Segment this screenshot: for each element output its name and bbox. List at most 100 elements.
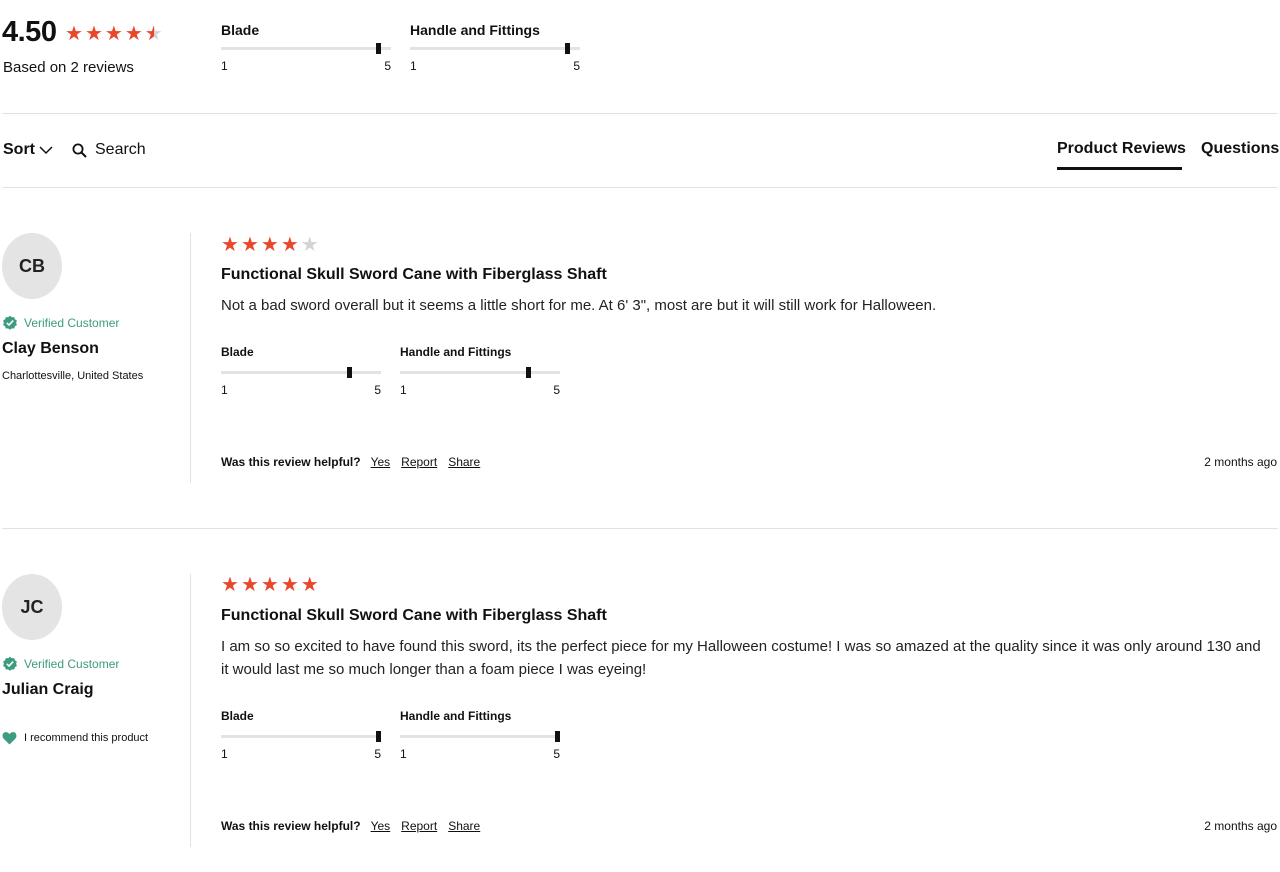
factor-track [221,367,381,378]
factor-label: Handle and Fittings [400,709,512,723]
summary-factor-blade: Blade 1 5 [221,22,391,78]
chevron-down-icon [39,146,53,155]
factor-max: 5 [553,383,560,397]
factor-max: 5 [573,59,580,73]
star-icon: ★ [300,234,319,256]
star-icon: ★ [65,23,83,45]
factor-label: Handle and Fittings [410,22,540,38]
verified-check-icon [3,656,17,671]
factor-label: Blade [221,345,254,359]
average-rating: 4.50 [2,16,57,48]
factor-track [400,731,560,742]
factor-max: 5 [553,747,560,761]
factor-marker [525,367,531,378]
summary-factor-handle: Handle and Fittings 1 5 [410,22,580,78]
factor-min: 1 [221,747,228,761]
reviewer-name: Clay Benson [2,340,99,357]
report-link[interactable]: Report [401,819,437,833]
review-date: 2 months ago [1204,819,1277,833]
tab-active-indicator [1057,167,1182,170]
factor-max: 5 [374,747,381,761]
sort-label: Sort [3,141,35,158]
factor-marker [376,731,381,742]
factor-min: 1 [400,747,407,761]
recommend-badge: I recommend this product [2,731,148,745]
helpful-yes-link[interactable]: Yes [371,819,391,833]
factor-label: Blade [221,22,260,38]
helpful-yes-link[interactable]: Yes [371,455,391,469]
factor-track [221,43,391,54]
helpful-question: Was this review helpful? [221,455,361,469]
factor-label: Blade [221,709,254,723]
factor-track [410,43,580,54]
review-factor-handle: Handle and Fittings 1 5 [400,709,560,765]
summary-stars: ★ ★ ★ ★ ★ [65,24,163,44]
star-icon: ★ [260,574,279,596]
factor-marker [346,367,352,378]
factor-min: 1 [221,59,228,73]
factor-max: 5 [384,59,391,73]
star-icon: ★ [144,23,163,45]
column-divider [190,574,191,847]
search-icon [72,143,87,158]
reviewer-location: Charlottesville, United States [2,370,144,382]
star-icon: ★ [280,234,299,256]
factor-min: 1 [410,59,417,73]
factor-marker [375,43,381,54]
report-link[interactable]: Report [401,455,437,469]
divider [2,528,1278,529]
verified-label: Verified Customer [24,316,120,330]
tab-questions[interactable]: Questions [1201,140,1279,158]
star-icon: ★ [221,234,239,256]
factor-min: 1 [400,383,407,397]
review-count: Based on 2 reviews [3,59,134,76]
sort-button[interactable]: Sort [3,141,53,159]
star-icon: ★ [280,574,299,596]
star-icon: ★ [260,234,279,256]
factor-min: 1 [221,383,228,397]
avatar: JC [2,574,62,640]
star-icon: ★ [104,23,123,45]
verified-check-icon [3,315,17,330]
review-date: 2 months ago [1204,455,1277,469]
verified-badge: Verified Customer [2,315,119,331]
avatar: CB [2,233,62,299]
review-stars: ★ ★ ★ ★ ★ [221,235,319,255]
star-icon: ★ [300,574,319,596]
verified-badge: Verified Customer [2,656,119,672]
review-factor-blade: Blade 1 5 [221,709,381,765]
review-factor-handle: Handle and Fittings 1 5 [400,345,560,401]
search-button[interactable]: Search [72,141,146,159]
verified-label: Verified Customer [24,657,120,671]
factor-max: 5 [374,383,381,397]
star-icon: ★ [240,574,259,596]
divider [2,187,1278,188]
review-title: Functional Skull Sword Cane with Fibergl… [221,607,607,624]
share-link[interactable]: Share [448,819,480,833]
heart-icon [2,732,17,745]
factor-track [400,367,560,378]
review-body: I am so so excited to have found this sw… [221,638,1261,678]
helpful-row: Was this review helpful? Yes Report Shar… [221,819,491,833]
review-title: Functional Skull Sword Cane with Fibergl… [221,266,607,283]
review-stars: ★ ★ ★ ★ ★ [221,575,319,595]
star-icon: ★ [124,23,143,45]
recommend-label: I recommend this product [24,732,149,744]
factor-marker [564,43,570,54]
helpful-question: Was this review helpful? [221,819,361,833]
divider [2,113,1278,114]
review-body: Not a bad sword overall but it seems a l… [221,297,937,314]
share-link[interactable]: Share [448,455,480,469]
tab-product-reviews[interactable]: Product Reviews [1057,140,1186,158]
star-icon: ★ [221,574,239,596]
helpful-row: Was this review helpful? Yes Report Shar… [221,455,491,469]
reviewer-name: Julian Craig [2,681,94,698]
column-divider [190,233,191,483]
star-icon: ★ [240,234,259,256]
factor-marker [555,731,560,742]
factor-track [221,731,381,742]
star-icon: ★ [84,23,103,45]
search-label: Search [95,141,146,158]
review-factor-blade: Blade 1 5 [221,345,381,401]
factor-label: Handle and Fittings [400,345,512,359]
